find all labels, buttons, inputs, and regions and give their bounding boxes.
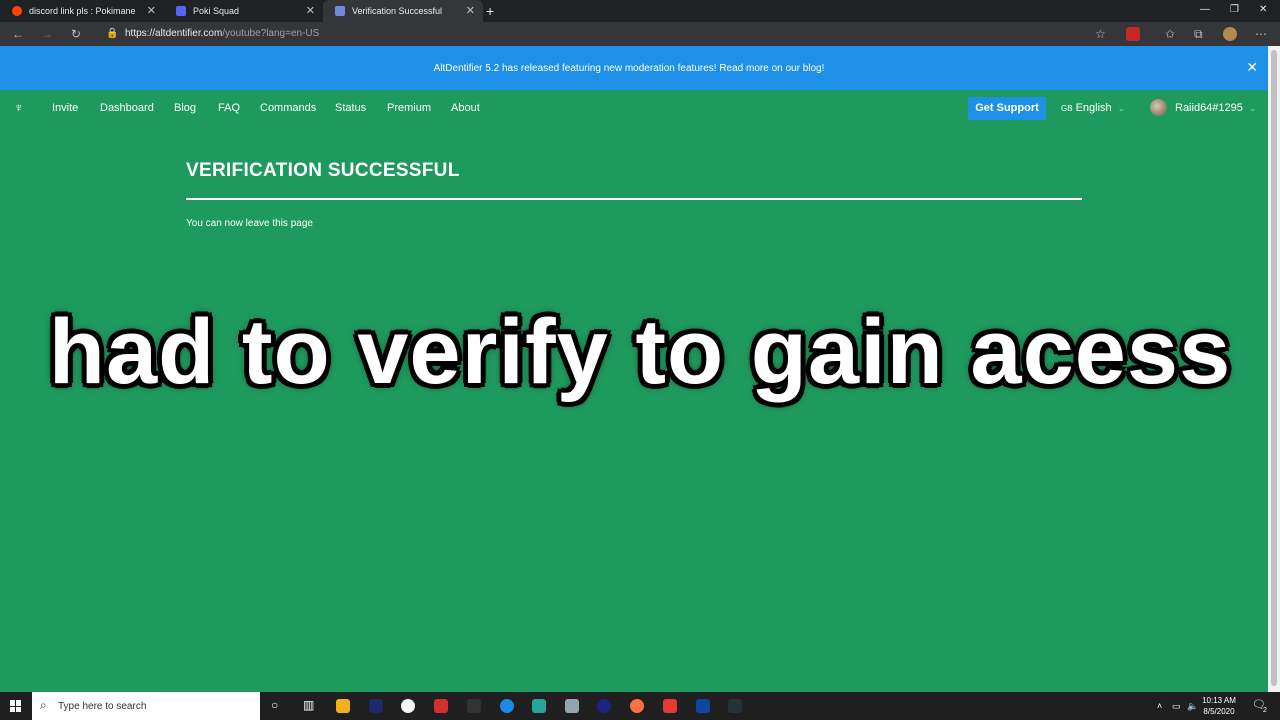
close-banner-icon[interactable]: ✕ bbox=[1246, 58, 1258, 76]
nav-faq[interactable]: FAQ bbox=[218, 102, 240, 114]
edge-icon[interactable] bbox=[500, 699, 514, 713]
windows-taskbar: ⌕ Type here to search ○ ▥ ˄ ▭ 🔈 10:13 AM… bbox=[0, 692, 1280, 720]
nav-blog[interactable]: Blog bbox=[174, 102, 196, 114]
collections-icon[interactable]: ⧉ bbox=[1194, 26, 1203, 42]
status-message: You can now leave this page bbox=[186, 218, 313, 229]
new-tab-icon[interactable]: + bbox=[486, 2, 494, 20]
close-tab-icon[interactable]: ✕ bbox=[306, 4, 315, 18]
user-menu[interactable]: Raiid64#1295 ⌄ bbox=[1175, 102, 1256, 114]
task-view-icon[interactable]: ▥ bbox=[303, 699, 314, 711]
altdentifier-icon bbox=[335, 6, 345, 16]
minimize-icon[interactable]: — bbox=[1200, 3, 1210, 17]
tab-reddit[interactable]: discord link pls : Pokimane ✕ bbox=[0, 0, 164, 22]
tab-verification[interactable]: Verification Successful ✕ bbox=[323, 0, 483, 22]
obs-icon[interactable] bbox=[401, 699, 415, 713]
video-caption-overlay: had to verify to gain acess bbox=[48, 301, 1232, 403]
page-title: VERIFICATION SUCCESSFUL bbox=[186, 160, 460, 181]
reload-icon[interactable]: ↻ bbox=[71, 26, 81, 42]
media-app-icon[interactable] bbox=[663, 699, 677, 713]
valorant-icon[interactable] bbox=[434, 699, 448, 713]
discord-app-icon[interactable] bbox=[532, 699, 546, 713]
close-window-icon[interactable]: ✕ bbox=[1259, 3, 1267, 17]
more-menu-icon[interactable]: ⋯ bbox=[1255, 26, 1267, 42]
get-support-button[interactable]: Get Support bbox=[968, 97, 1046, 120]
favorite-star-icon[interactable]: ☆ bbox=[1095, 26, 1106, 42]
clock-time: 10:13 AM bbox=[1202, 696, 1236, 705]
taskbar-search-box[interactable]: ⌕ Type here to search bbox=[32, 692, 260, 720]
announcement-banner: AltDentifier 5.2 has released featuring … bbox=[0, 46, 1268, 90]
nav-about[interactable]: About bbox=[451, 102, 480, 114]
site-nav: ♆ Invite Dashboard Blog FAQ Commands Sta… bbox=[0, 90, 1268, 126]
taskbar-search-placeholder: Type here to search bbox=[58, 701, 147, 712]
terminal-app-icon[interactable] bbox=[728, 699, 742, 713]
language-label: English bbox=[1075, 102, 1112, 114]
close-tab-icon[interactable]: ✕ bbox=[147, 4, 156, 18]
nav-invite[interactable]: Invite bbox=[52, 102, 78, 114]
battlenet-icon[interactable] bbox=[696, 699, 710, 713]
language-selector[interactable]: GB English ⌄ bbox=[1061, 102, 1125, 114]
cortana-icon[interactable]: ○ bbox=[271, 699, 278, 711]
lock-icon: 🔒 bbox=[106, 28, 119, 39]
profile-avatar-icon[interactable] bbox=[1223, 27, 1237, 41]
chevron-down-icon: ⌄ bbox=[1117, 103, 1126, 113]
scrollbar-thumb[interactable] bbox=[1271, 50, 1277, 686]
browser-toolbar: ← → ↻ 🔒 https://altdentifier.com/youtube… bbox=[0, 22, 1280, 46]
tab-discord[interactable]: Poki Squad ✕ bbox=[164, 0, 323, 22]
epic-games-icon[interactable] bbox=[467, 699, 481, 713]
search-icon: ⌕ bbox=[40, 698, 47, 712]
origin-icon[interactable] bbox=[630, 699, 644, 713]
tab-title: Verification Successful bbox=[352, 6, 443, 16]
tray-chevron-up-icon[interactable]: ˄ bbox=[1157, 700, 1162, 712]
steam-icon[interactable] bbox=[597, 699, 611, 713]
gb-flag-icon: GB bbox=[1061, 104, 1073, 113]
address-bar[interactable]: https://altdentifier.com/youtube?lang=en… bbox=[125, 28, 319, 39]
clock-date: 8/5/2020 bbox=[1203, 707, 1235, 716]
browser-tab-strip: discord link pls : Pokimane ✕ Poki Squad… bbox=[0, 0, 1280, 22]
title-divider bbox=[186, 198, 1082, 200]
file-explorer-icon[interactable] bbox=[336, 699, 350, 713]
tab-title: Poki Squad bbox=[193, 6, 240, 16]
chevron-down-icon: ⌄ bbox=[1248, 103, 1257, 113]
username: Raiid64#1295 bbox=[1175, 102, 1243, 114]
restore-icon[interactable]: ❐ bbox=[1230, 3, 1239, 17]
nav-commands[interactable]: Commands bbox=[260, 102, 316, 114]
user-avatar[interactable] bbox=[1150, 99, 1167, 116]
nav-status[interactable]: Status bbox=[335, 102, 366, 114]
announcement-text[interactable]: AltDentifier 5.2 has released featuring … bbox=[0, 63, 1258, 74]
taskbar-clock[interactable]: 10:13 AM 8/5/2020 bbox=[1196, 695, 1242, 717]
reddit-icon bbox=[12, 6, 22, 16]
snipping-tool-icon[interactable] bbox=[565, 699, 579, 713]
close-tab-icon[interactable]: ✕ bbox=[466, 4, 475, 18]
adblock-extension-icon[interactable] bbox=[1126, 27, 1140, 41]
network-icon[interactable]: ▭ bbox=[1172, 700, 1181, 712]
url-path: /youtube?lang=en-US bbox=[222, 28, 320, 39]
notifications-count: 2 bbox=[1263, 707, 1267, 714]
forward-icon[interactable]: → bbox=[41, 26, 53, 42]
tab-title: discord link pls : Pokimane bbox=[29, 6, 136, 16]
nav-premium[interactable]: Premium bbox=[387, 102, 431, 114]
nav-dashboard[interactable]: Dashboard bbox=[100, 102, 154, 114]
windows-start-icon[interactable] bbox=[10, 700, 22, 712]
discord-icon bbox=[176, 6, 186, 16]
url-host: https://altdentifier.com bbox=[125, 28, 223, 39]
altdentifier-logo-icon[interactable]: ♆ bbox=[14, 100, 24, 115]
photoshop-icon[interactable] bbox=[369, 699, 383, 713]
favorites-icon[interactable]: ✩ bbox=[1165, 26, 1175, 42]
back-icon[interactable]: ← bbox=[12, 26, 24, 42]
